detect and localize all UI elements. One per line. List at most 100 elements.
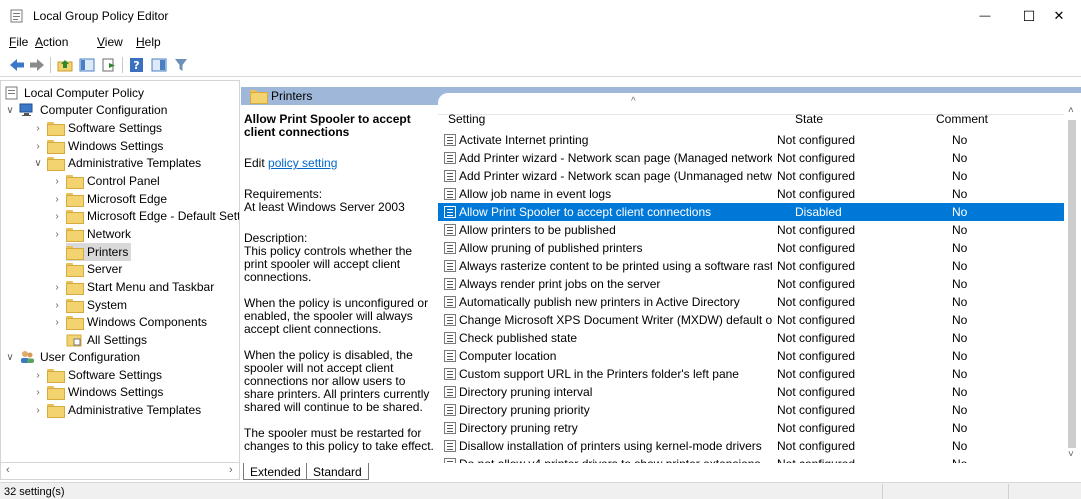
back-button[interactable] (8, 56, 26, 73)
tree-node-server[interactable]: Server (66, 260, 122, 278)
tree-node-printers[interactable]: Printers (66, 243, 132, 261)
tree-node-all-settings[interactable]: All Settings (66, 331, 147, 349)
tree-node-windows-settings[interactable]: Windows Settings (47, 137, 163, 155)
expand-chevron-icon[interactable]: › (33, 383, 43, 401)
setting-state: Not configured (777, 385, 856, 399)
minimize-button[interactable]: — (963, 0, 1007, 32)
column-header-setting[interactable]: Setting (448, 112, 485, 126)
column-header-comment[interactable]: Comment (936, 112, 988, 126)
table-row[interactable]: Directory pruning priority Not configured… (438, 401, 1068, 419)
tree-node-local-computer-policy[interactable]: Local Computer Policy (5, 84, 144, 102)
forward-button[interactable] (28, 56, 46, 73)
expand-chevron-icon[interactable]: › (52, 278, 62, 296)
table-row[interactable]: Allow pruning of published printers Not c… (438, 239, 1068, 257)
setting-comment: No (952, 223, 968, 237)
show-action-pane-button[interactable] (150, 56, 168, 73)
setting-comment: No (952, 439, 968, 453)
requirements-block: Requirements: At least Windows Server 200… (244, 187, 405, 214)
scroll-up-icon[interactable]: ˄ (1068, 105, 1074, 116)
expand-chevron-icon[interactable]: › (52, 172, 62, 190)
table-row[interactable]: Directory pruning interval Not configured… (438, 383, 1068, 401)
collapse-chevron-icon[interactable]: ∨ (33, 154, 43, 172)
expand-chevron-icon[interactable]: › (33, 119, 43, 137)
tab-standard[interactable]: Standard (306, 463, 369, 480)
tree-node-control-panel[interactable]: Control Panel (66, 172, 160, 190)
table-row[interactable]: Check published state Not configured No (438, 329, 1068, 347)
folder-icon (47, 157, 65, 171)
status-setting-count: 32 setting(s) (4, 486, 65, 498)
expand-chevron-icon[interactable]: › (33, 366, 43, 384)
menu-view[interactable]: View (97, 35, 123, 49)
table-row[interactable]: Directory pruning retry Not configured No (438, 419, 1068, 437)
tree-node-user-configuration[interactable]: User Configuration (19, 348, 140, 366)
table-row[interactable]: Custom support URL in the Printers folde… (438, 365, 1068, 383)
table-row[interactable]: Activate Internet printing Not configured… (438, 131, 1068, 149)
tree-node-microsoft-edge[interactable]: Microsoft Edge (66, 190, 167, 208)
filter-button[interactable] (172, 56, 190, 73)
table-row[interactable]: Allow job name in event logs Not configur… (438, 185, 1068, 203)
expand-chevron-icon[interactable]: › (52, 313, 62, 331)
setting-name: Always rasterize content to be printed u… (459, 259, 772, 273)
menu-file[interactable]: File (9, 35, 28, 49)
setting-state: Not configured (777, 169, 856, 183)
menu-help[interactable]: Help (136, 35, 161, 49)
tree-horizontal-scrollbar[interactable]: ‹ › (0, 463, 240, 480)
window-title: Local Group Policy Editor (33, 9, 169, 23)
scroll-right-icon[interactable]: › (229, 464, 233, 476)
policy-setting-icon (444, 314, 456, 326)
collapse-chevron-icon[interactable]: ∨ (5, 101, 15, 119)
table-row[interactable]: Disallow installation of printers using … (438, 437, 1068, 455)
export-list-button[interactable] (100, 56, 118, 73)
folder-icon (66, 228, 84, 242)
table-row[interactable]: Always rasterize content to be printed u… (438, 257, 1068, 275)
column-header-state[interactable]: State (795, 112, 823, 126)
expand-chevron-icon[interactable]: › (52, 225, 62, 243)
tree-node-user-administrative-templates[interactable]: Administrative Templates (47, 401, 201, 419)
scrollbar-thumb[interactable] (1068, 120, 1076, 448)
policy-setting-icon (444, 260, 456, 272)
setting-state: Disabled (795, 205, 842, 219)
table-row[interactable]: Add Printer wizard - Network scan page (… (438, 167, 1068, 185)
policy-setting-icon (444, 440, 456, 452)
table-row[interactable]: Allow Print Spooler to accept client con… (438, 203, 1068, 221)
table-row[interactable]: Automatically publish new printers in Ac… (438, 293, 1068, 311)
help-button[interactable]: ? (128, 56, 146, 73)
tree-node-user-windows-settings[interactable]: Windows Settings (47, 383, 163, 401)
table-row[interactable]: Always render print jobs on the server No… (438, 275, 1068, 293)
tree-node-software-settings[interactable]: Software Settings (47, 119, 162, 137)
table-row[interactable]: Computer location Not configured No (438, 347, 1068, 365)
tree-node-start-menu[interactable]: Start Menu and Taskbar (66, 278, 214, 296)
scroll-left-icon[interactable]: ‹ (6, 464, 10, 476)
tab-extended[interactable]: Extended (243, 463, 308, 480)
menu-action[interactable]: Action (35, 35, 68, 49)
table-row[interactable]: Change Microsoft XPS Document Writer (MX… (438, 311, 1068, 329)
tree-node-network[interactable]: Network (66, 225, 131, 243)
settings-vertical-scrollbar[interactable]: ˄ ˅ (1064, 105, 1081, 463)
expand-chevron-icon[interactable]: › (52, 190, 62, 208)
expand-chevron-icon[interactable]: › (33, 137, 43, 155)
expand-chevron-icon[interactable]: › (52, 296, 62, 314)
scroll-down-icon[interactable]: ˅ (1068, 449, 1074, 460)
tree-node-user-software-settings[interactable]: Software Settings (47, 366, 162, 384)
tree-node-computer-configuration[interactable]: Computer Configuration (19, 101, 167, 119)
show-hide-console-tree-button[interactable] (78, 56, 96, 73)
folder-icon (66, 193, 84, 207)
tree-node-microsoft-edge-default[interactable]: Microsoft Edge - Default Setti (66, 207, 239, 225)
table-row[interactable]: Allow printers to be published Not config… (438, 221, 1068, 239)
close-button[interactable]: ✕ (1037, 0, 1081, 32)
expand-chevron-icon[interactable]: › (33, 401, 43, 419)
collapse-chevron-icon[interactable]: ∨ (5, 348, 15, 366)
setting-comment: No (952, 403, 968, 417)
filter-funnel-icon (175, 58, 187, 71)
setting-name: Activate Internet printing (459, 133, 589, 147)
up-one-level-button[interactable] (56, 56, 74, 73)
tree-node-windows-components[interactable]: Windows Components (66, 313, 207, 331)
toolbar-separator (122, 57, 123, 73)
table-row[interactable]: Add Printer wizard - Network scan page (… (438, 149, 1068, 167)
edit-policy-setting-link[interactable]: policy setting (268, 156, 337, 170)
table-row[interactable]: Do not allow v4 printer drivers to show … (438, 455, 1068, 463)
tree-node-administrative-templates[interactable]: Administrative Templates (47, 154, 201, 172)
setting-state: Not configured (777, 421, 856, 435)
expand-chevron-icon[interactable]: › (52, 207, 62, 225)
tree-node-system[interactable]: System (66, 296, 127, 314)
